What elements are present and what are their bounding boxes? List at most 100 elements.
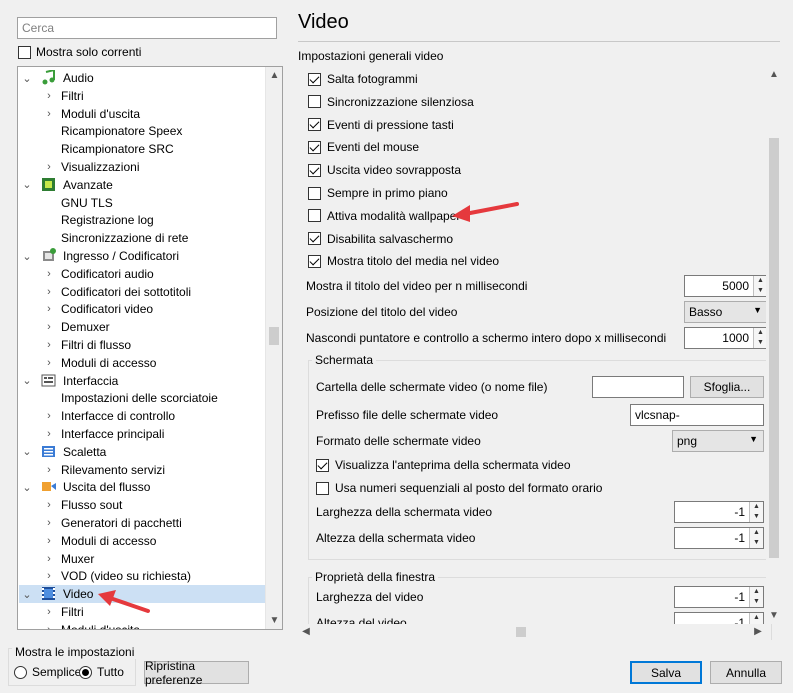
snapshot-preview-checkbox[interactable] — [316, 458, 329, 472]
preferences-tree[interactable]: ⌄ Audio › Filtri › Moduli d'uscita Ricampionat… — [17, 66, 283, 630]
tree-item[interactable]: ⌄ Scaletta — [19, 443, 265, 461]
mode-simple-radio[interactable] — [14, 665, 27, 679]
tree-item[interactable]: Ricampionatore Speex — [19, 122, 265, 140]
chevron-right-icon[interactable]: › — [43, 108, 55, 120]
snapshot-format-select[interactable]: png ▼ — [672, 430, 764, 452]
tree-item[interactable]: Registrazione log — [19, 211, 265, 229]
setting-checkbox-row[interactable]: Eventi del mouse — [308, 140, 419, 154]
setting-checkbox-row[interactable]: Eventi di pressione tasti — [308, 118, 454, 132]
spin-down-icon[interactable]: ▼ — [750, 597, 763, 607]
tree-item[interactable]: › Interfacce di controllo — [19, 407, 265, 425]
chevron-right-icon[interactable]: › — [43, 535, 55, 547]
video-width-spinbox[interactable]: -1 ▲ ▼ — [674, 586, 764, 608]
chevron-down-icon[interactable]: ⌄ — [21, 588, 33, 601]
cancel-button[interactable]: Annulla — [710, 661, 782, 684]
tree-scroll-thumb[interactable] — [269, 327, 279, 345]
chevron-right-icon[interactable]: › — [43, 428, 55, 440]
spin-down-icon[interactable]: ▼ — [750, 512, 763, 522]
reset-preferences-button[interactable]: Ripristina preferenze — [144, 659, 249, 687]
hide-cursor-spinbox[interactable]: 1000 ▲ ▼ — [684, 327, 768, 349]
panel-scroll-thumb[interactable] — [769, 138, 779, 558]
tree-item[interactable]: › Codificatori audio — [19, 265, 265, 283]
chevron-right-icon[interactable]: › — [43, 570, 55, 582]
tree-item[interactable]: Sincronizzazione di rete — [19, 229, 265, 247]
setting-checkbox-row[interactable]: Sincronizzazione silenziosa — [308, 95, 474, 109]
tree-item[interactable]: GNU TLS — [19, 194, 265, 212]
chevron-right-icon[interactable]: › — [43, 517, 55, 529]
tree-item[interactable]: › Moduli d'uscita — [19, 105, 265, 123]
title-duration-spinbox[interactable]: 5000 ▲ ▼ — [684, 275, 768, 297]
tree-item[interactable]: › Moduli di accesso — [19, 532, 265, 550]
setting-checkbox-row[interactable]: Uscita video sovrapposta — [308, 163, 461, 177]
search-input[interactable] — [17, 17, 277, 39]
panel-hscroll-thumb[interactable] — [516, 627, 526, 637]
tree-item[interactable]: › Moduli di accesso — [19, 354, 265, 372]
scroll-down-arrow-icon[interactable]: ▼ — [766, 607, 782, 624]
spin-up-icon[interactable]: ▲ — [750, 613, 763, 623]
chevron-right-icon[interactable]: › — [43, 357, 55, 369]
tree-item[interactable]: › Visualizzazioni — [19, 158, 265, 176]
chevron-down-icon[interactable]: ⌄ — [21, 250, 33, 263]
tree-item[interactable]: › Codificatori video — [19, 300, 265, 318]
chevron-right-icon[interactable]: › — [43, 606, 55, 618]
scroll-down-arrow-icon[interactable]: ▼ — [266, 612, 282, 629]
setting-checkbox-row[interactable]: Disabilita salvaschermo — [308, 232, 453, 246]
tree-item[interactable]: › Filtri di flusso — [19, 336, 265, 354]
scroll-up-arrow-icon[interactable]: ▲ — [266, 67, 282, 84]
setting-checkbox[interactable] — [308, 95, 321, 109]
chevron-right-icon[interactable]: › — [43, 303, 55, 315]
snapshot-height-spinbox[interactable]: -1 ▲ ▼ — [674, 527, 764, 549]
save-button[interactable]: Salva — [630, 661, 702, 684]
chevron-right-icon[interactable]: › — [43, 553, 55, 565]
scroll-left-arrow-icon[interactable]: ◀ — [298, 624, 314, 640]
setting-checkbox[interactable] — [308, 186, 321, 200]
chevron-right-icon[interactable]: › — [43, 624, 55, 629]
tree-item[interactable]: Ricampionatore SRC — [19, 140, 265, 158]
title-position-select[interactable]: Basso ▼ — [684, 301, 768, 323]
setting-checkbox[interactable] — [308, 209, 321, 223]
spin-down-icon[interactable]: ▼ — [750, 538, 763, 548]
tree-item[interactable]: › Filtri — [19, 603, 265, 621]
chevron-right-icon[interactable]: › — [43, 410, 55, 422]
setting-checkbox[interactable] — [308, 140, 321, 154]
setting-checkbox-row[interactable]: Salta fotogrammi — [308, 72, 418, 86]
spin-up-icon[interactable]: ▲ — [750, 502, 763, 512]
tree-item[interactable]: › Filtri — [19, 87, 265, 105]
tree-item[interactable]: ⌄ Audio — [19, 68, 265, 87]
chevron-down-icon[interactable]: ⌄ — [21, 374, 33, 387]
chevron-down-icon[interactable]: ⌄ — [21, 72, 33, 85]
scroll-up-arrow-icon[interactable]: ▲ — [766, 66, 782, 83]
panel-horizontal-scrollbar[interactable]: ◀ ▶ — [298, 624, 766, 640]
show-current-checkbox-row[interactable]: Mostra solo correnti — [18, 45, 141, 59]
chevron-right-icon[interactable]: › — [43, 321, 55, 333]
tree-item[interactable]: › Demuxer — [19, 318, 265, 336]
snapshot-preview-row[interactable]: Visualizza l'anteprima della schermata v… — [316, 458, 571, 472]
spin-up-icon[interactable]: ▲ — [750, 528, 763, 538]
snapshot-width-spinbox[interactable]: -1 ▲ ▼ — [674, 501, 764, 523]
mode-all-option[interactable]: Tutto — [79, 665, 124, 679]
mode-all-radio[interactable] — [79, 665, 92, 679]
snapshot-sequential-checkbox[interactable] — [316, 481, 329, 495]
setting-checkbox-row[interactable]: Attiva modalità wallpaper — [308, 209, 460, 223]
tree-item[interactable]: › Codificatori dei sottotitoli — [19, 283, 265, 301]
tree-item[interactable]: ⌄ Video — [19, 585, 265, 604]
chevron-down-icon[interactable]: ⌄ — [21, 445, 33, 458]
tree-item[interactable]: › VOD (video su richiesta) — [19, 567, 265, 585]
chevron-right-icon[interactable]: › — [43, 90, 55, 102]
setting-checkbox[interactable] — [308, 118, 321, 132]
chevron-right-icon[interactable]: › — [43, 268, 55, 280]
tree-item[interactable]: ⌄ Uscita del flusso — [19, 478, 265, 496]
snapshot-prefix-input[interactable]: vlcsnap- — [630, 404, 764, 426]
chevron-right-icon[interactable]: › — [43, 339, 55, 351]
scroll-right-arrow-icon[interactable]: ▶ — [750, 624, 766, 640]
chevron-down-icon[interactable]: ⌄ — [21, 481, 33, 494]
chevron-right-icon[interactable]: › — [43, 286, 55, 298]
tree-item[interactable]: › Generatori di pacchetti — [19, 514, 265, 532]
setting-checkbox-row[interactable]: Sempre in primo piano — [308, 186, 448, 200]
panel-vertical-scrollbar[interactable]: ▲ ▼ — [766, 66, 782, 624]
tree-item[interactable]: ⌄ Ingresso / Codificatori — [19, 247, 265, 265]
tree-item[interactable]: ⌄ Interfaccia — [19, 372, 265, 390]
chevron-right-icon[interactable]: › — [43, 161, 55, 173]
setting-checkbox[interactable] — [308, 72, 321, 86]
chevron-right-icon[interactable]: › — [43, 464, 55, 476]
